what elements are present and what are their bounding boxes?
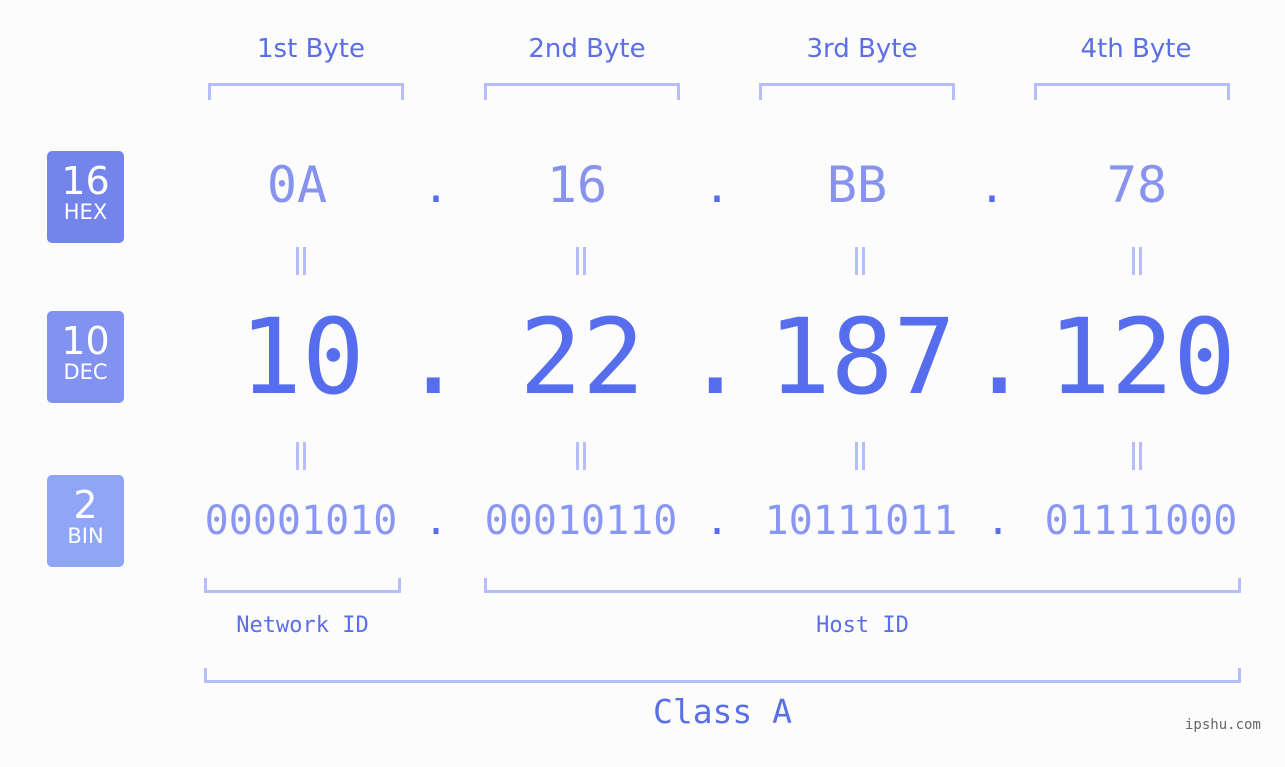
dec-byte-1: 10 <box>239 296 365 418</box>
hex-dot-3: . <box>978 162 1006 213</box>
dec-byte-3: 187 <box>768 296 956 418</box>
watermark: ipshu.com <box>1185 717 1261 733</box>
dec-dot-2: . <box>684 296 747 418</box>
byte-header-2: 2nd Byte <box>528 34 646 64</box>
hex-dot-1: . <box>422 162 450 213</box>
byte-header-1: 1st Byte <box>257 34 365 64</box>
dec-dot-3: . <box>968 296 1031 418</box>
bin-badge: 2 BIN <box>47 475 124 567</box>
equals-icon <box>570 442 590 470</box>
class-label: Class A <box>652 692 793 731</box>
dec-byte-2: 22 <box>519 296 645 418</box>
byte-header-4: 4th Byte <box>1080 34 1192 64</box>
hex-byte-4: 78 <box>1106 156 1168 214</box>
byte-header-3: 3rd Byte <box>806 34 918 64</box>
equals-icon <box>1126 247 1146 275</box>
network-id-bracket <box>204 578 401 593</box>
hex-label: HEX <box>63 200 108 224</box>
hex-base: 16 <box>61 159 110 203</box>
equals-icon <box>290 247 310 275</box>
hex-badge: 16 HEX <box>47 151 124 243</box>
equals-icon <box>1126 442 1146 470</box>
hex-byte-1: 0A <box>266 156 328 214</box>
host-id-bracket <box>484 578 1241 593</box>
byte-bracket-3 <box>759 83 955 100</box>
equals-icon <box>290 442 310 470</box>
hex-byte-3: BB <box>826 156 888 214</box>
bin-dot-2: . <box>704 498 730 544</box>
dec-dot-1: . <box>402 296 465 418</box>
dec-label: DEC <box>63 360 108 384</box>
equals-icon <box>849 247 869 275</box>
bin-byte-4: 01111000 <box>1044 498 1238 544</box>
bin-byte-2: 00010110 <box>484 498 678 544</box>
bin-label: BIN <box>67 524 104 548</box>
equals-icon <box>570 247 590 275</box>
byte-bracket-2 <box>484 83 680 100</box>
class-bracket <box>204 668 1241 683</box>
hex-byte-2: 16 <box>546 156 608 214</box>
byte-bracket-4 <box>1034 83 1230 100</box>
network-id-label: Network ID <box>236 613 369 638</box>
dec-byte-4: 120 <box>1048 296 1236 418</box>
hex-dot-2: . <box>703 162 731 213</box>
bin-dot-3: . <box>985 498 1011 544</box>
dec-badge: 10 DEC <box>47 311 124 403</box>
equals-icon <box>849 442 869 470</box>
bin-base: 2 <box>73 483 98 527</box>
host-id-label: Host ID <box>816 613 909 638</box>
dec-base: 10 <box>61 319 110 363</box>
bin-byte-3: 10111011 <box>764 498 958 544</box>
byte-bracket-1 <box>208 83 404 100</box>
bin-byte-1: 00001010 <box>204 498 398 544</box>
bin-dot-1: . <box>423 498 449 544</box>
